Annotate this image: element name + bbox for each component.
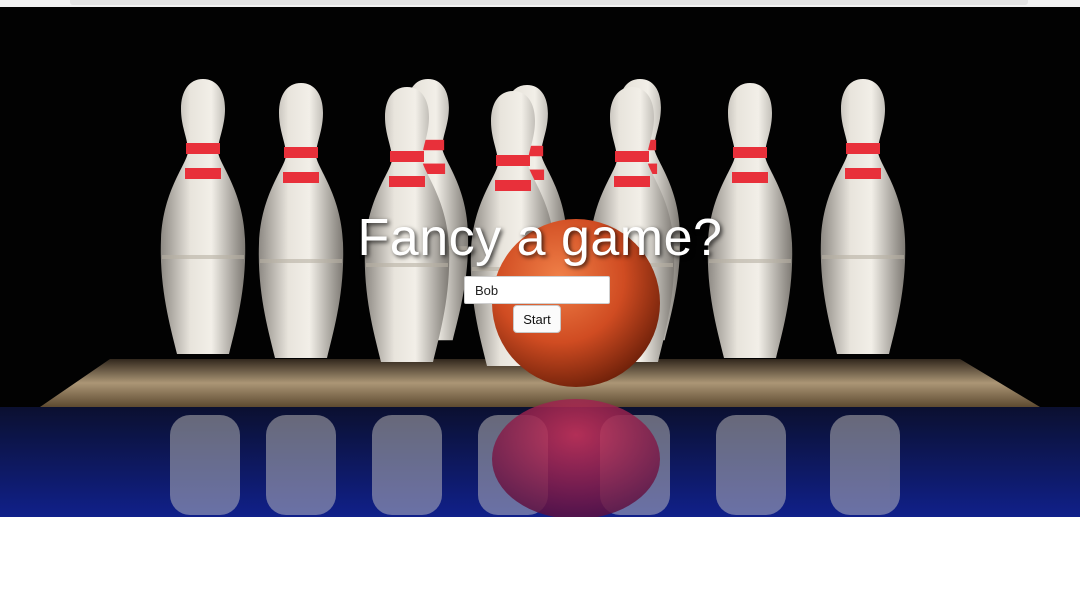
page-footer-area [0, 517, 1080, 597]
top-bar [70, 0, 1028, 5]
start-button[interactable]: Start [513, 305, 561, 333]
page-title: Fancy a game? [357, 209, 723, 267]
hero-section: Fancy a game? Start [0, 7, 1080, 517]
browser-top-strip [0, 0, 1080, 7]
player-name-input[interactable] [464, 276, 610, 304]
hero-overlay: Fancy a game? Start [0, 7, 1080, 517]
